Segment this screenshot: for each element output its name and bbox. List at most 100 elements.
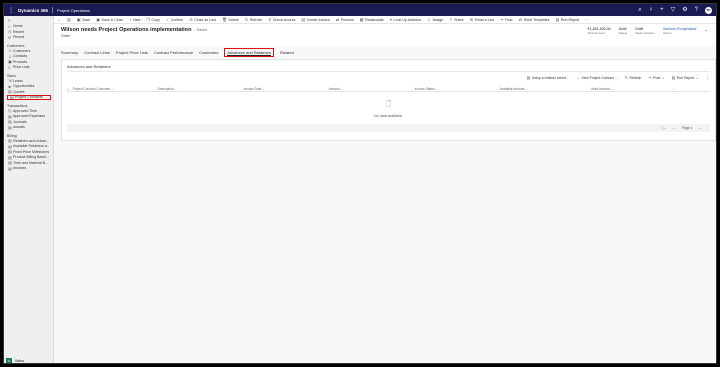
tab-related[interactable]: Related [280, 49, 294, 56]
recalculate-button[interactable]: ▦ Recalculate [360, 17, 384, 22]
form-tabs: Summary Contract Lines Project Price Lists… [61, 48, 294, 57]
report-icon: ▤ [555, 17, 560, 22]
chevron-down-icon: ⌄ [339, 86, 344, 91]
sidebar-item-time-and-material-b[interactable]: ▤ Time and Material B... [4, 160, 53, 166]
next-page-icon[interactable]: → [699, 126, 702, 130]
sidebar-item-label: Products [13, 59, 28, 64]
sidebar-item-label: Quotes [13, 89, 25, 94]
advances-retainers-section: Advances and Retainers ▤ Setup a retainer… [61, 59, 716, 141]
column-header[interactable]: Invoice Status ⌄ [412, 87, 497, 91]
refresh-button[interactable]: ↻ Refresh [245, 17, 262, 22]
chevron-down-icon: ⌄ [695, 75, 699, 80]
sidebar-item-label: Leads [13, 78, 23, 83]
tab-label: Related [280, 50, 294, 55]
command-label: Share [454, 17, 464, 22]
confirm-button[interactable]: ✓ Confirm [166, 17, 183, 22]
filter-icon[interactable]: ▽ [671, 7, 676, 13]
prev-page-icon[interactable]: ← [672, 126, 675, 130]
assign-button[interactable]: ☺ Assign [427, 17, 443, 22]
plus-icon[interactable]: + [660, 7, 664, 13]
setup-a-retainer-sched-button[interactable]: ▤ Setup a retainer sched... [527, 75, 569, 80]
first-page-icon[interactable]: |← [662, 126, 666, 130]
header-field: Draft Status Reason [635, 27, 655, 35]
brand-name[interactable]: Dynamics 365 [18, 8, 48, 13]
sidebar-item-pinned[interactable]: ⚲ Pinned [4, 35, 53, 41]
check-access-button[interactable]: ⚲ Check Access [268, 17, 295, 22]
delete-icon: 🗑 [221, 17, 228, 22]
column-options-icon[interactable]: ⋯ [672, 87, 675, 91]
command-label: Delete [228, 17, 239, 22]
column-header[interactable]: Invoice Date ⌄ [241, 87, 326, 91]
command-label: View Project Contract ... [581, 75, 618, 80]
form-button[interactable]: ▤ [67, 17, 71, 22]
help-icon[interactable]: ? [695, 7, 698, 13]
delete-button[interactable]: 🗑 Delete [222, 17, 239, 22]
settings-icon[interactable]: ⚙ [682, 7, 687, 13]
back-button[interactable]: ← [57, 17, 61, 22]
sidebar-item-price-lists[interactable]: ≡ Price Lists [4, 65, 53, 71]
page-label: Page 1 [681, 126, 693, 130]
save-button[interactable]: ▣ Save [77, 17, 90, 22]
save-icon: ▣ [76, 17, 81, 22]
flow-button[interactable]: ⤳ Flow [500, 17, 512, 22]
save-close-button[interactable]: ▣ Save & Close [96, 17, 123, 22]
empty-document-icon: 🗋 [385, 101, 392, 108]
sidebar-item-label: Product Billing Backl... [13, 155, 49, 160]
tab-contract-performance[interactable]: Contract Performance [154, 49, 193, 56]
command-label: Create Invoice [306, 17, 330, 22]
view-project-contract-button[interactable]: → View Project Contract ... [576, 75, 618, 80]
sidebar-item-invoices[interactable]: ▤ Invoices [4, 166, 53, 172]
command-label: Check Access [272, 17, 296, 22]
expand-header-icon[interactable]: ⌄ [705, 27, 708, 35]
tab-advances-and-retainers[interactable]: Advances and Retainers [224, 48, 275, 57]
refresh-button[interactable]: ↻ Refresh [625, 75, 642, 80]
flow-button[interactable]: ⤳ Flow ⌄ [648, 75, 664, 80]
user-avatar[interactable]: SR [705, 6, 712, 14]
tab-project-price-lists[interactable]: Project Price Lists [116, 49, 148, 56]
email-a-link-button[interactable]: ✉ Email a Link [470, 17, 494, 22]
tab-summary[interactable]: Summary [61, 49, 78, 56]
chevron-down-icon: ⌄ [110, 86, 114, 91]
subgrid-command-bar: ▤ Setup a retainer sched... → View Project … [527, 75, 709, 80]
create-invoice-button[interactable]: ▤ Create Invoice [301, 17, 329, 22]
close-as-lost-button[interactable]: ⊘ Close as Lost [189, 17, 216, 22]
run-report-button[interactable]: ▤ Run Report ⌄ [672, 75, 699, 80]
sitemap-sidebar: ≡ ⌂ Home ◷ Recent ⚲ Pinned Customers ☺ Customers… [4, 16, 54, 363]
tab-contract-lines[interactable]: Contract Lines [84, 49, 110, 56]
sidebar-item-project-contracts[interactable]: ▤ Project Contracts [7, 94, 51, 100]
sidebar-item-fixed-price-milestones[interactable]: ▤ Fixed Price Milestones [4, 149, 53, 155]
record-title-text: Wilson needs Project Operations implemen… [61, 27, 192, 33]
word-templates-button[interactable]: W Word Templates [518, 17, 549, 22]
sidebar-item-product-billing-backl[interactable]: ▤ Product Billing Backl... [4, 155, 53, 161]
email-icon: ✉ [469, 17, 474, 22]
process-button[interactable]: ⇄ Process [336, 17, 354, 22]
sidebar-item-available-retainers-a[interactable]: ▤ Available Retainers a... [4, 144, 53, 150]
command-label: Email a Link [474, 17, 495, 22]
column-header[interactable]: Available Amount ⌄ [497, 87, 588, 91]
lightbulb-icon[interactable]: ♀ [649, 7, 654, 13]
view-icon: → [575, 75, 580, 80]
more-commands-icon[interactable]: ⋯ [585, 18, 589, 22]
look-up-address-button[interactable]: ⌖ Look Up Address [390, 17, 421, 22]
share-button[interactable]: ⇪ Share [449, 17, 463, 22]
app-name[interactable]: Project Operations [57, 8, 90, 13]
save-status: - Saved [194, 28, 207, 32]
tab-customers[interactable]: Customers [199, 49, 218, 56]
app-launcher-icon[interactable]: ⋮ [7, 6, 15, 14]
sidebar-item-actuals[interactable]: ▤ Actuals [4, 125, 53, 131]
copy-button[interactable]: ❐ Copy [146, 17, 159, 22]
new-icon: + [129, 17, 132, 22]
column-header[interactable]: Amount ⌄ [326, 87, 412, 91]
area-switcher[interactable]: S Sales [6, 358, 24, 363]
check-icon: ⚲ [268, 17, 272, 22]
more-commands-icon[interactable]: ⋮ [706, 76, 709, 80]
column-header[interactable]: Description ⌄ [155, 87, 241, 91]
column-header[interactable]: Used Amount ⌄ [588, 87, 672, 91]
search-icon[interactable]: ⌕ [638, 7, 641, 13]
new-button[interactable]: + New [129, 17, 140, 22]
top-navigation-bar: ⋮ Dynamics 365 Project Operations ⌕ ♀ + ▽ ⚙?… [4, 4, 716, 16]
record-entity: Order [61, 34, 71, 38]
column-header[interactable]: Project Contract Customer ⌄ [70, 87, 155, 91]
run-report-button[interactable]: ▤ Run Report [556, 17, 580, 22]
sidebar-item-retainers-and-advan[interactable]: ▤ Retainers and Advan... [4, 138, 53, 144]
